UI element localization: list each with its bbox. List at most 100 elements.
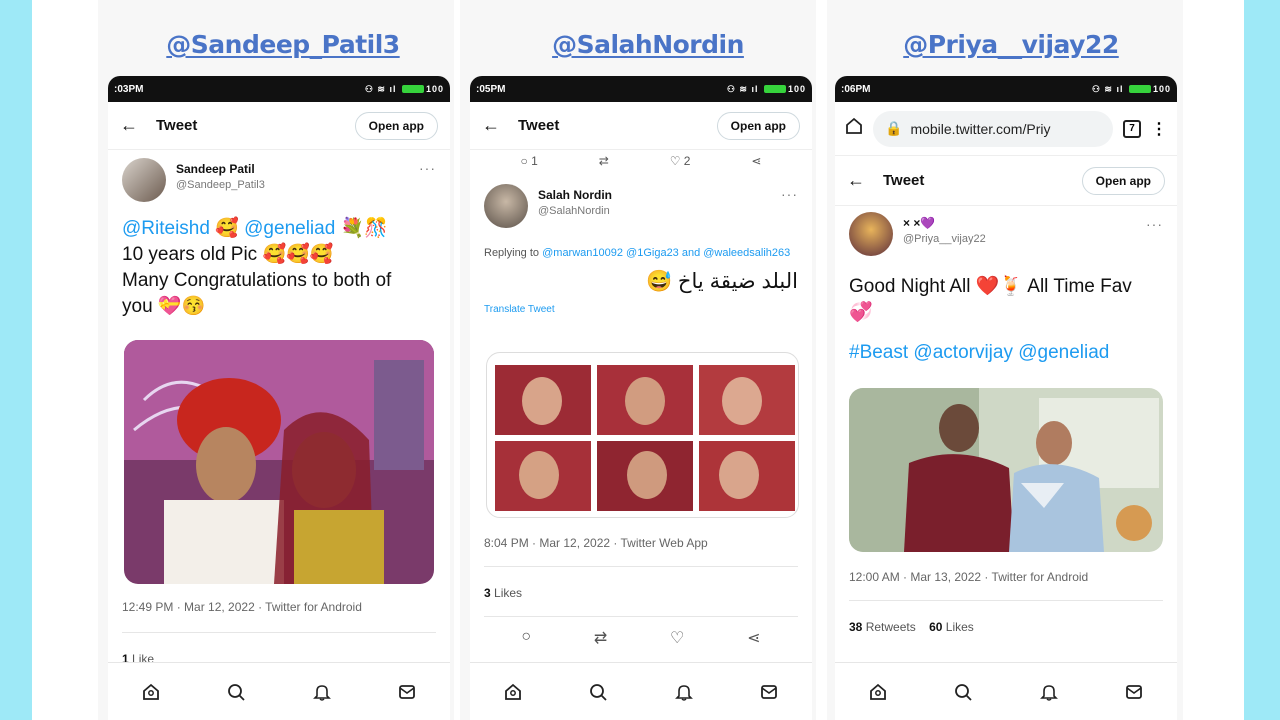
back-arrow-icon[interactable]: ← <box>120 115 156 136</box>
bell-icon[interactable] <box>671 679 697 705</box>
arabic-text: البلد ضيقة ياخ 😅 <box>645 270 798 293</box>
back-arrow-icon[interactable]: ← <box>847 170 883 191</box>
author-username[interactable]: @Sandeep_Patil3 <box>176 179 265 191</box>
tweet-photo-grid[interactable] <box>486 352 799 518</box>
url-bar[interactable]: 🔒 mobile.twitter.com/Priy <box>873 110 1113 147</box>
tweet-line: Many Congratulations to both of <box>122 270 392 291</box>
author-username[interactable]: @SalahNordin <box>538 205 612 217</box>
tweet-author: Salah Nordin @SalahNordin ··· <box>470 168 812 238</box>
status-bar: :03PM ⚇ ≋ ıl 100 <box>108 76 450 102</box>
back-arrow-icon[interactable]: ← <box>482 115 518 136</box>
share-icon[interactable]: ⋖ <box>747 628 760 648</box>
divider <box>484 566 798 567</box>
handle-link[interactable]: @SalahNordin <box>470 30 826 59</box>
mail-icon[interactable] <box>394 679 420 705</box>
retweets-stat[interactable]: 38 Retweets <box>849 620 916 634</box>
bottom-nav <box>470 662 812 720</box>
phone-screen: :05PM ⚇ ≋ ıl 100 ← Tweet Open app ○ 1 ⇄ … <box>470 76 812 720</box>
handle-link[interactable]: @Priya__vijay22 <box>833 30 1189 59</box>
status-time: :03PM <box>114 83 144 95</box>
tweet-photo[interactable] <box>124 340 434 584</box>
engagement-stats: 38 Retweets 60 Likes <box>835 620 988 634</box>
retweet-icon[interactable]: ⇄ <box>594 628 607 648</box>
tweet-timestamp: 12:49 PM · Mar 12, 2022 · Twitter for An… <box>122 600 362 614</box>
reply-count: 1 <box>531 154 538 168</box>
header-title: Tweet <box>156 117 198 134</box>
avatar[interactable] <box>849 212 893 256</box>
author-name[interactable]: Sandeep Patil <box>176 162 265 176</box>
likes-count: 3 <box>484 586 491 600</box>
home-icon[interactable] <box>865 679 891 705</box>
bell-icon[interactable] <box>309 679 335 705</box>
divider <box>484 616 798 617</box>
status-time: :05PM <box>476 83 506 95</box>
tabs-count[interactable]: 7 <box>1123 119 1141 138</box>
url-text: mobile.twitter.com/Priy <box>910 120 1051 137</box>
home-icon[interactable] <box>138 679 164 705</box>
more-icon[interactable]: ··· <box>1146 216 1163 232</box>
bottom-nav <box>835 662 1177 720</box>
tweet-text: Good Night All ❤️🍹 All Time Fav 💞 #Beast… <box>835 274 1177 366</box>
status-icons: ⚇ ≋ ıl 100 <box>1091 83 1171 94</box>
tweet-photo[interactable] <box>849 388 1163 552</box>
mail-icon[interactable] <box>1121 679 1147 705</box>
phone-screen: :03PM ⚇ ≋ ıl 100 ← Tweet Open app Sandee… <box>108 76 450 720</box>
tweet-header: ← Tweet Open app <box>470 102 812 150</box>
reply-icon[interactable]: ○ <box>521 628 531 648</box>
tweet-header: ← Tweet Open app <box>835 156 1177 206</box>
status-icons: ⚇ ≋ ıl 100 <box>364 83 444 94</box>
retweets-label: Retweets <box>865 620 916 634</box>
heart-icon[interactable]: ♡ <box>670 628 684 648</box>
tweet-line: 💞 <box>849 302 873 323</box>
tweet-mentions[interactable]: @Riteishd 🥰 @geneliad 💐🎊 <box>122 216 436 242</box>
open-app-button[interactable]: Open app <box>716 111 800 140</box>
menu-kebab-icon[interactable]: ⋮ <box>1151 119 1167 139</box>
translate-link[interactable]: Translate Tweet <box>470 294 812 315</box>
like-action[interactable]: ♡ 2 <box>670 154 691 168</box>
author-name[interactable]: Salah Nordin <box>538 188 612 202</box>
retweet-icon[interactable]: ⇄ <box>599 154 609 168</box>
tweet-header: ← Tweet Open app <box>108 102 450 150</box>
open-app-button[interactable]: Open app <box>354 111 438 140</box>
header-title: Tweet <box>518 117 560 134</box>
replying-users[interactable]: @marwan10092 @1Giga23 and @waleedsalih26… <box>542 247 790 259</box>
author-name[interactable]: × ×💜 <box>903 216 986 230</box>
avatar[interactable] <box>122 158 166 202</box>
search-icon[interactable] <box>585 679 611 705</box>
likes-stat[interactable]: 3 Likes <box>470 586 536 600</box>
share-icon[interactable]: ⋖ <box>751 154 761 168</box>
bottom-nav <box>108 662 450 720</box>
phone-screen: :06PM ⚇ ≋ ıl 100 🔒 mobile.twitter.com/Pr… <box>835 76 1177 720</box>
author-username[interactable]: @Priya__vijay22 <box>903 233 986 245</box>
search-icon[interactable] <box>950 679 976 705</box>
column-sandeep: @Sandeep_Patil3 :03PM ⚇ ≋ ıl 100 ← Tweet… <box>105 0 461 720</box>
tweet-timestamp: 8:04 PM · Mar 12, 2022 · Twitter Web App <box>484 536 708 550</box>
open-app-button[interactable]: Open app <box>1081 166 1165 195</box>
more-icon[interactable]: ··· <box>419 160 436 176</box>
bell-icon[interactable] <box>1036 679 1062 705</box>
retweets-count: 38 <box>849 620 863 634</box>
reply-action[interactable]: ○ 1 <box>520 154 537 168</box>
divider <box>849 600 1163 601</box>
status-icons: ⚇ ≋ ıl 100 <box>726 83 806 94</box>
canvas: @Sandeep_Patil3 :03PM ⚇ ≋ ıl 100 ← Tweet… <box>32 0 1244 720</box>
avatar[interactable] <box>484 184 528 228</box>
mail-icon[interactable] <box>756 679 782 705</box>
header-title: Tweet <box>883 172 925 189</box>
likes-stat[interactable]: 60 Likes <box>929 620 974 634</box>
like-count: 2 <box>683 154 691 168</box>
reply-icon: ○ <box>520 154 528 168</box>
column-priya: @Priya__vijay22 :06PM ⚇ ≋ ıl 100 🔒 mobil… <box>833 0 1189 720</box>
parent-tweet-actions: ○ 1 ⇄ ♡ 2 ⋖ <box>470 150 812 168</box>
search-icon[interactable] <box>223 679 249 705</box>
status-bar: :05PM ⚇ ≋ ıl 100 <box>470 76 812 102</box>
status-bar: :06PM ⚇ ≋ ıl 100 <box>835 76 1177 102</box>
home-icon[interactable] <box>845 117 863 140</box>
more-icon[interactable]: ··· <box>781 186 798 202</box>
tweet-hashtags[interactable]: #Beast @actorvijay @geneliad <box>849 340 1163 366</box>
likes-count: 60 <box>929 620 943 634</box>
likes-label: Likes <box>494 586 523 600</box>
home-icon[interactable] <box>500 679 526 705</box>
handle-link[interactable]: @Sandeep_Patil3 <box>105 30 461 59</box>
tweet-actions: ○ ⇄ ♡ ⋖ <box>470 628 812 648</box>
